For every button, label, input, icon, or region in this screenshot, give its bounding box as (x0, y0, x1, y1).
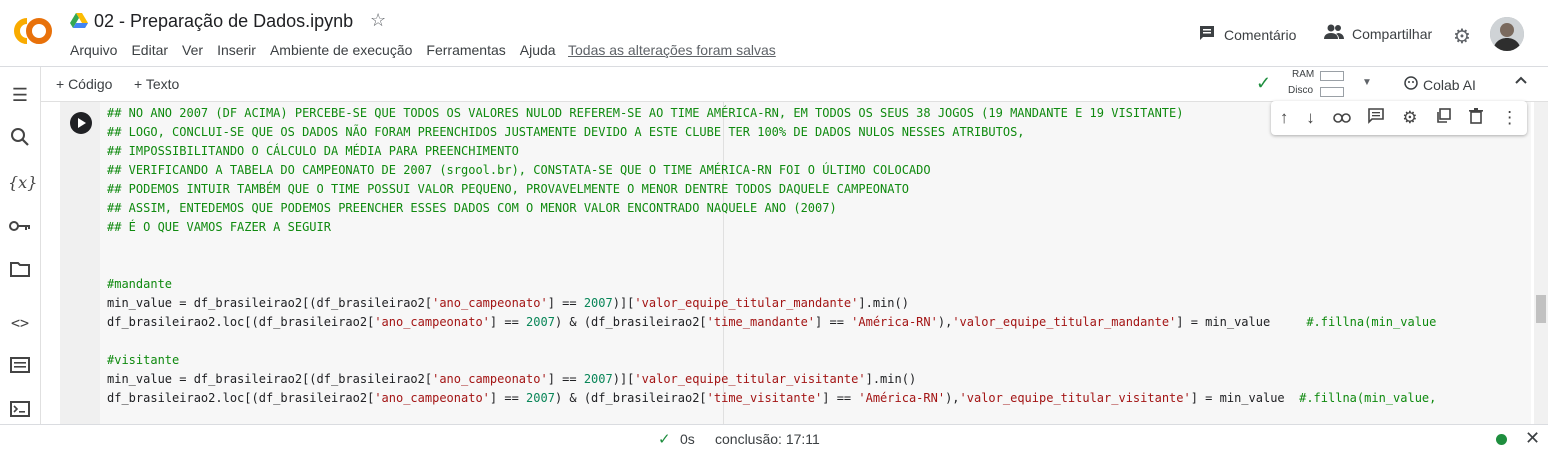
notebook-toolbar: + Código + Texto ✓ RAM Disco ▼ Colab AI (40, 67, 1548, 102)
comment-label: Comentário (1224, 26, 1297, 43)
mirror-icon[interactable] (1435, 107, 1452, 129)
colab-logo[interactable] (10, 14, 56, 48)
disk-label: Disco (1288, 85, 1314, 96)
code-line: df_brasileirao2.loc[(df_brasileirao2['an… (107, 391, 1437, 405)
run-cell-button[interactable] (70, 112, 92, 134)
avatar[interactable] (1490, 17, 1524, 51)
menu-item-ambiente[interactable]: Ambiente de execução (270, 42, 412, 58)
cell-scrollbar[interactable] (1534, 102, 1548, 424)
gear-icon[interactable]: ⚙ (1402, 108, 1417, 128)
disk-bar (1320, 87, 1344, 97)
status-bar: ✓ 0s conclusão: 17:11 ✕ (0, 424, 1548, 455)
code-line: min_value = df_brasileirao2[(df_brasilei… (107, 296, 909, 310)
code-line: ## IMPOSSIBILITANDO O CÁLCULO DA MÉDIA P… (107, 144, 519, 158)
key-icon[interactable] (8, 215, 32, 239)
more-icon[interactable]: ⋮ (1501, 108, 1518, 128)
app-header: 02 - Preparação de Dados.ipynb ☆ Arquivo… (0, 0, 1548, 67)
code-snippets-icon[interactable]: <> (8, 311, 32, 335)
code-line: ## NO ANO 2007 (DF ACIMA) PERCEBE-SE QUE… (107, 106, 1184, 120)
code-line: #mandante (107, 277, 173, 291)
code-editor[interactable]: ## NO ANO 2007 (DF ACIMA) PERCEBE-SE QUE… (107, 104, 1436, 408)
menu-item-ajuda[interactable]: Ajuda (520, 42, 556, 58)
arrow-up-icon[interactable]: ↑ (1280, 108, 1289, 128)
terminal-icon[interactable] (8, 399, 32, 423)
code-line: #visitante (107, 353, 180, 367)
comment-icon (1198, 24, 1216, 45)
menu-item-ferramentas[interactable]: Ferramentas (426, 42, 505, 58)
status-dot-icon (1496, 434, 1507, 445)
add-code-button[interactable]: + Código (56, 76, 112, 92)
command-palette-icon[interactable] (8, 355, 32, 379)
collapse-chevron-up-icon[interactable] (1514, 73, 1528, 92)
link-icon[interactable] (1332, 108, 1351, 128)
settings-gear-icon[interactable]: ⚙ (1453, 24, 1471, 49)
comment-button[interactable]: Comentário (1198, 24, 1296, 45)
scrollbar-thumb[interactable] (1536, 295, 1546, 323)
colab-ai-button[interactable]: Colab AI (1404, 76, 1476, 93)
code-line: ## ASSIM, ENTEDEMOS QUE PODEMOS PREENCHE… (107, 201, 837, 215)
delete-icon[interactable] (1469, 107, 1484, 129)
code-line: min_value = df_brasileirao2[(df_brasilei… (107, 372, 917, 386)
people-icon (1324, 24, 1344, 43)
menu-item-inserir[interactable]: Inserir (217, 42, 256, 58)
toc-icon[interactable]: ☰ (8, 83, 32, 107)
colab-ai-icon (1404, 76, 1418, 93)
add-text-button[interactable]: + Texto (134, 76, 179, 92)
code-line: ## VERIFICANDO A TABELA DO CAMPEONATO DE… (107, 163, 931, 177)
cell-gutter (60, 102, 100, 424)
share-label: Compartilhar (1352, 25, 1433, 42)
cell-toolbar: ↑ ↓ ⚙ ⋮ (1271, 101, 1527, 135)
arrow-down-icon[interactable]: ↓ (1306, 108, 1315, 128)
comment-icon[interactable] (1368, 107, 1385, 129)
notebook-title[interactable]: 02 - Preparação de Dados.ipynb (94, 11, 353, 32)
close-icon[interactable]: ✕ (1525, 428, 1540, 449)
code-line: df_brasileirao2.loc[(df_brasileirao2['an… (107, 315, 1437, 329)
star-icon[interactable]: ☆ (370, 10, 386, 31)
menu-item-arquivo[interactable]: Arquivo (70, 42, 117, 58)
menu-item-editar[interactable]: Editar (131, 42, 168, 58)
resources-dropdown-icon[interactable]: ▼ (1362, 77, 1372, 88)
code-line: ## É O QUE VAMOS FAZER A SEGUIR (107, 220, 331, 234)
left-sidebar: ☰ {x} <> (0, 67, 41, 424)
variables-icon[interactable]: {x} (8, 171, 37, 195)
code-line: ## LOGO, CONCLUI-SE QUE OS DADOS NÃO FOR… (107, 125, 1025, 139)
completion-time: conclusão: 17:11 (715, 431, 820, 447)
folder-icon[interactable] (8, 259, 32, 283)
menu-item-ver[interactable]: Ver (182, 42, 203, 58)
ram-label: RAM (1292, 69, 1315, 80)
ram-bar (1320, 71, 1344, 81)
code-line: ## PODEMOS INTUIR TAMBÉM QUE O TIME POSS… (107, 182, 909, 196)
connected-check-icon: ✓ (1256, 73, 1272, 93)
save-status-link[interactable]: Todas as alterações foram salvas (568, 42, 776, 58)
share-button[interactable]: Compartilhar (1324, 24, 1432, 43)
execution-duration: 0s (680, 431, 695, 447)
colab-ai-label: Colab AI (1423, 76, 1476, 93)
success-check-icon: ✓ (658, 431, 671, 448)
search-icon[interactable] (8, 127, 32, 151)
google-drive-icon[interactable] (70, 13, 88, 34)
menu-bar: Arquivo Editar Ver Inserir Ambiente de e… (70, 42, 570, 58)
